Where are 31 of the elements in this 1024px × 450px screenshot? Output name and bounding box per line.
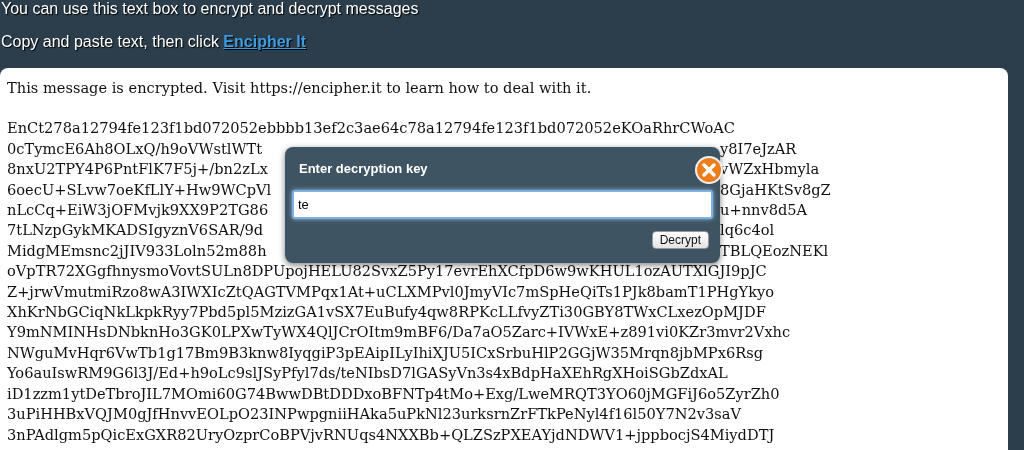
cipher-text-line: oVpTR72XGgfhnysmoVovtSULn8DPUpojHELU82SvxZ5Py17evrEhXCfpD6w9wKHUL1ozAUTXlGJI9pJC bbox=[7, 261, 768, 282]
cipher-text-line: 3uPiHHBxVQJM0gJfHnvvEOLpO23INPwpgniiHAka5uPkNl23urksrnZrFTkPeNyl4f16l50Y7N2v3saV bbox=[7, 404, 743, 425]
notice-text: This message is encrypted. Visit https://encipher.it to learn how to deal with it. bbox=[7, 78, 593, 98]
instruction-text: Copy and paste text, then click Encipher It bbox=[0, 32, 308, 52]
close-icon[interactable] bbox=[694, 155, 724, 185]
cipher-text-line: NWguMvHqr6VwTb1g17Bm9B3knw8IyqgiP3pEAipILyIhiXJU5ICxSrbuHlP2GGjW35Mrqn8jbMPx6Rsg bbox=[7, 342, 764, 363]
message-text-area[interactable] bbox=[0, 68, 1008, 450]
cipher-text-line: Z+jrwVmutmiRzo8wA3IWXIcZtQAGTVMPqx1At+uCLXMPvl0JmyVIc7mSpHeQiTs1PJk8bamT1PHgYkyo bbox=[7, 281, 776, 302]
dialog-title: Enter decryption key bbox=[298, 161, 429, 177]
cipher-text-fragment: 0cTymcE6Ah8OLxQ/h9oVWstlWTt bbox=[7, 138, 263, 159]
cipher-text-line: EnCt278a12794fe123f1bd072052ebbbb13ef2c3ae64c78a12794fe123f1bd072052eKOaRhrCWoAC bbox=[7, 118, 736, 139]
cipher-text-fragment: y8I7eJzAR bbox=[720, 138, 798, 159]
cipher-text-line: iD1zzm1ytDeTbroJIL7MOmi60G74BwwDBtDDDxoBFNTp4tMo+Exg/LweMRQT3YO60jMGFiJ6o5ZyrZh0 bbox=[7, 383, 781, 404]
encipher-link[interactable]: Encipher It bbox=[223, 33, 307, 50]
cipher-text-line: 3nPAdlgm5pQicExGXR82UryOzprCoBPVjvRNUqs4NXXBb+QLZSzPXEAYjdNDWV1+jppbocjS4MiydDTJ bbox=[7, 424, 776, 445]
cipher-text-fragment: nLcCq+EiW3jOFMvjk9XX9P2TG86 bbox=[7, 200, 270, 221]
cipher-text-line: XhKrNbGCiqNkLkpkRyy7Pbd5pl5MzizGA1vSX7EuBufy4qw8RPKcLLfvyZTi30GBY8TWxCLxezOpMJDF bbox=[7, 302, 767, 323]
cipher-text-fragment: 8GjaHKtSv8gZ bbox=[720, 179, 832, 200]
intro-text: You can use this text box to encrypt and decrypt messages bbox=[0, 0, 420, 18]
key-input-field[interactable]: te bbox=[292, 190, 713, 219]
decrypt-button[interactable]: Decrypt bbox=[651, 231, 709, 249]
cipher-text-fragment: 6oecU+SLvw7oeKfLlY+Hw9WCpVl bbox=[7, 179, 273, 200]
cipher-text-fragment: MidgMEmsnc2jJIV933Loln52m88h bbox=[7, 240, 268, 261]
cipher-text-fragment: 8nxU2TPY4P6PntFlK7F5j+/bn2zLx bbox=[7, 159, 269, 180]
cipher-text-fragment: lq6c4ol bbox=[720, 220, 776, 241]
cipher-text-fragment: vWZxHbmyla bbox=[720, 159, 821, 180]
cipher-text-fragment: 7tLNzpGykMKADSIgyznV6SAR/9d bbox=[7, 220, 265, 241]
cipher-text-fragment: TBLQEozNEKl bbox=[720, 240, 830, 261]
cipher-text-fragment: u+nnv8d5A bbox=[720, 200, 809, 221]
cipher-text-line: Y9mNMINHsDNbknHo3GK0LPXwTyWX4QlJCrOItm9mBF6/Da7aO5Zarc+IVWxE+z891vi0KZr3mvr2Vxhc bbox=[7, 322, 792, 343]
cipher-text-line: Yo6auIswRM9G6l3J/Ed+h9oLc9slJSyPfyl7ds/teNIbsD7lGASyVn3s4xBdpHaXEhRgXHoiSGbZdxAL bbox=[7, 363, 729, 384]
